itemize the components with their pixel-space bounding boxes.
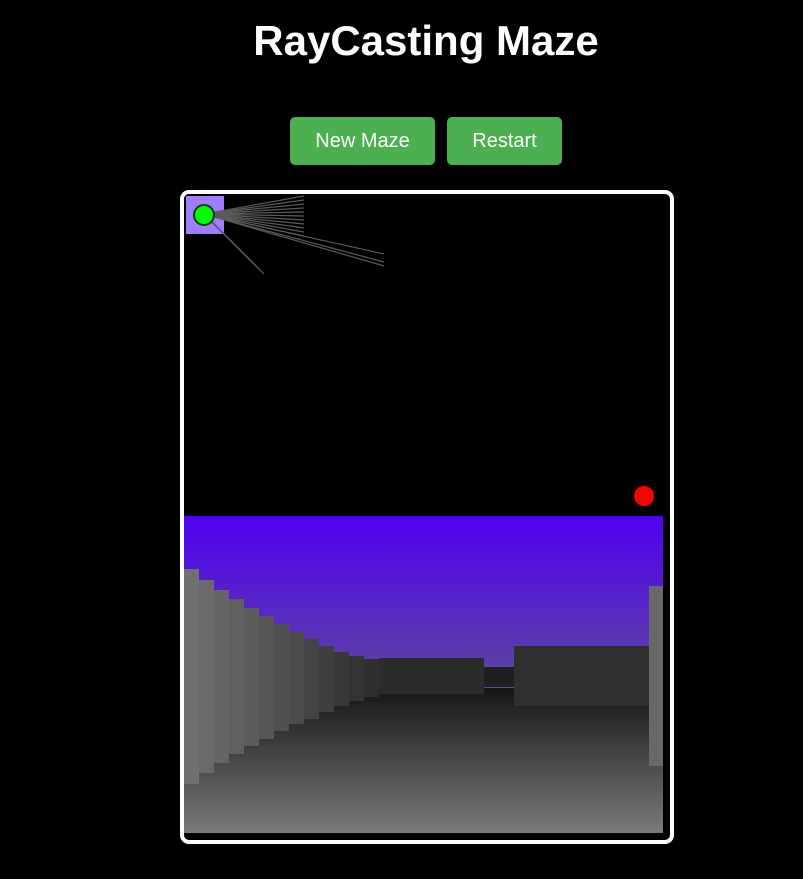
right-wall-edge: [649, 586, 663, 766]
restart-button[interactable]: Restart: [447, 117, 562, 165]
far-gap: [484, 667, 514, 687]
controls: New Maze Restart: [290, 117, 562, 165]
game-canvas[interactable]: [180, 190, 674, 844]
page-title: RayCasting Maze: [253, 17, 599, 64]
page: RayCasting Maze New Maze Restart: [0, 0, 803, 879]
far-wall: [379, 658, 484, 694]
new-maze-button[interactable]: New Maze: [290, 117, 435, 165]
goal-marker: [634, 486, 654, 506]
minimap: [184, 194, 663, 514]
first-person-view: [184, 516, 663, 833]
right-wall-block: [514, 646, 649, 706]
player-marker: [193, 204, 215, 226]
game-view: [184, 194, 663, 833]
